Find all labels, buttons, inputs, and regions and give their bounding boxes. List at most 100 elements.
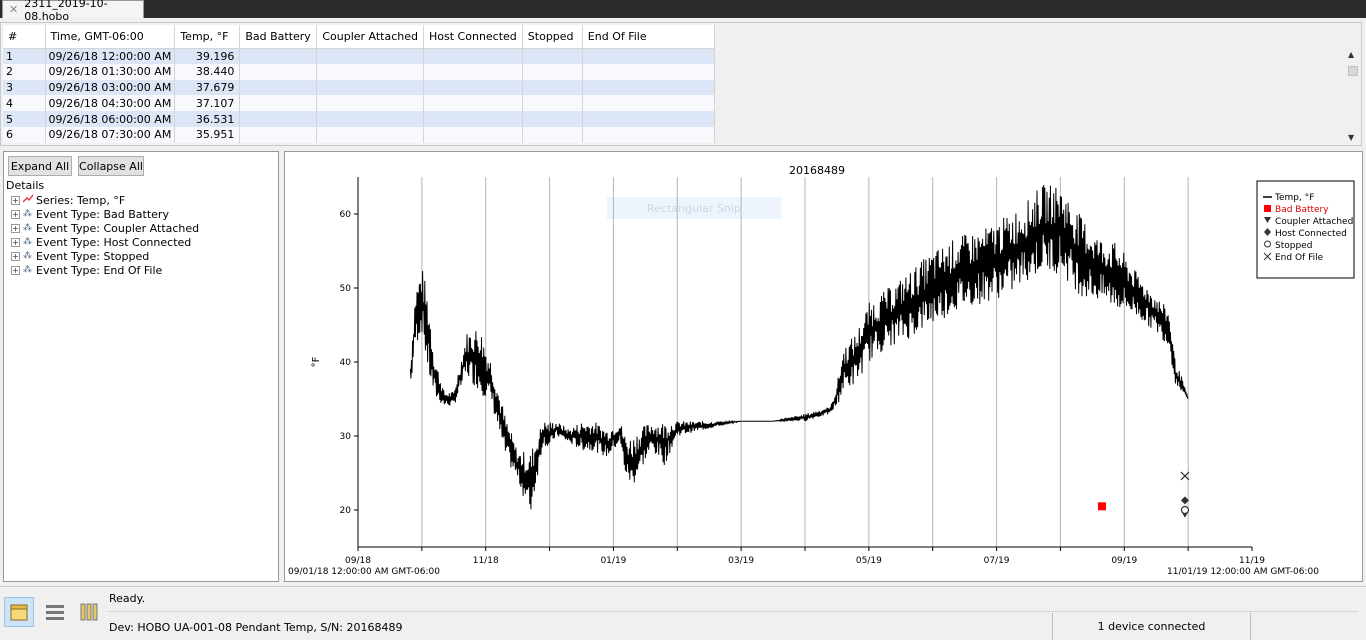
event-dots-icon: ⁂ (23, 209, 32, 219)
col-header-temp[interactable]: Temp, °F (174, 25, 241, 49)
event-marker-bad-battery (1097, 502, 1106, 511)
close-tab-icon[interactable]: ✕ (9, 3, 18, 16)
x-tick-label: 05/19 (856, 556, 882, 566)
event-dots-icon: ⁂ (23, 223, 32, 233)
row-empty-cell (582, 111, 715, 127)
expand-node-icon[interactable]: + (11, 209, 20, 219)
row-temp: 37.679 (174, 79, 241, 96)
row-index: 3 (3, 79, 46, 96)
tree-item-label: Event Type: End Of File (36, 263, 163, 277)
event-dots-icon: ⁂ (23, 265, 32, 275)
chart-grid (421, 177, 1189, 547)
tab-bar: ✕ 2311_2019-10-08.hobo (0, 0, 1366, 23)
col-header-bad-battery[interactable]: Bad Battery (239, 25, 318, 49)
table-row[interactable]: 3 09/26/18 03:00:00 AM 37.679 (3, 79, 715, 96)
expand-node-icon[interactable]: + (11, 251, 20, 261)
row-temp: 35.951 (174, 126, 241, 143)
y-tick-label: 20 (340, 506, 352, 516)
x-tick-label: 01/19 (600, 556, 626, 566)
row-time: 09/26/18 06:00:00 AM (45, 111, 176, 127)
row-empty-cell (522, 63, 583, 80)
legend-label: Host Connected (1275, 229, 1347, 239)
tree-item[interactable]: + ⁂ Event Type: End Of File (11, 263, 162, 277)
expand-node-icon[interactable]: + (11, 223, 20, 233)
row-empty-cell (423, 48, 523, 64)
row-empty-cell (316, 126, 425, 143)
details-panel: Expand All Collapse All Details + Series:… (3, 151, 279, 582)
col-header-stopped[interactable]: Stopped (522, 25, 583, 49)
row-empty-cell (582, 126, 715, 143)
row-empty-cell (316, 48, 425, 64)
row-index: 5 (3, 111, 46, 127)
collapse-all-button[interactable]: Collapse All (78, 156, 144, 176)
legend-label: Stopped (1275, 241, 1312, 251)
row-empty-cell (582, 63, 715, 80)
tree-item-label: Event Type: Coupler Attached (36, 221, 200, 235)
row-time: 09/26/18 04:30:00 AM (45, 95, 176, 112)
col-header-time[interactable]: Time, GMT-06:00 (45, 25, 176, 49)
tree-item-label: Event Type: Stopped (36, 249, 150, 263)
scroll-thumb[interactable] (1348, 66, 1358, 76)
table-row[interactable]: 5 09/26/18 06:00:00 AM 36.531 (3, 111, 715, 127)
col-header-index[interactable]: # (3, 25, 46, 49)
row-empty-cell (239, 126, 318, 143)
event-dots-icon: ⁂ (23, 251, 32, 261)
x-end-label: 11/01/19 12:00:00 AM GMT-06:00 (1167, 567, 1319, 577)
x-tick-label: 11/18 (473, 556, 499, 566)
tree-item-label: Series: Temp, °F (36, 193, 126, 207)
row-empty-cell (423, 126, 523, 143)
row-empty-cell (522, 48, 583, 64)
row-temp: 38.440 (174, 63, 241, 80)
table-row[interactable]: 1 09/26/18 12:00:00 AM 39.196 (3, 48, 715, 64)
table-row[interactable]: 4 09/26/18 04:30:00 AM 37.107 (3, 95, 715, 112)
chart-view-icon[interactable] (4, 597, 34, 627)
row-empty-cell (582, 95, 715, 112)
table-body: 1 09/26/18 12:00:00 AM 39.196 2 09/26/18 01:… (3, 48, 715, 143)
y-axis-label: °F (311, 356, 322, 367)
series-line-icon (22, 194, 34, 207)
row-time: 09/26/18 03:00:00 AM (45, 79, 176, 96)
chart-title: 20168489 (789, 164, 845, 177)
scroll-up-icon[interactable]: ▲ (1348, 50, 1354, 59)
row-empty-cell (522, 126, 583, 143)
expand-node-icon[interactable]: + (11, 195, 20, 205)
columns-view-icon[interactable] (74, 597, 104, 627)
tree-item-label: Event Type: Bad Battery (36, 207, 169, 221)
tree-item[interactable]: + Series: Temp, °F (11, 193, 125, 207)
row-empty-cell (316, 111, 425, 127)
temperature-chart[interactable]: 20168489 Rectangular Snip °F 20 30 40 50 60 0… (285, 152, 1364, 583)
row-empty-cell (316, 79, 425, 96)
col-header-host-connected[interactable]: Host Connected (423, 25, 523, 49)
legend-label: End Of File (1275, 253, 1324, 263)
row-temp: 36.531 (174, 111, 241, 127)
table-row[interactable]: 2 09/26/18 01:30:00 AM 38.440 (3, 63, 715, 80)
tree-item[interactable]: + ⁂ Event Type: Host Connected (11, 235, 191, 249)
row-empty-cell (522, 111, 583, 127)
event-marker-stopped (1180, 505, 1190, 515)
tree-item[interactable]: + ⁂ Event Type: Bad Battery (11, 207, 169, 221)
tree-item[interactable]: + ⁂ Event Type: Coupler Attached (11, 221, 199, 235)
row-empty-cell (582, 48, 715, 64)
legend-marker-4 (1264, 240, 1271, 248)
file-tab[interactable]: ✕ 2311_2019-10-08.hobo (2, 0, 144, 23)
expand-all-button[interactable]: Expand All (8, 156, 72, 176)
row-time: 09/26/18 01:30:00 AM (45, 63, 176, 80)
expand-node-icon[interactable]: + (11, 237, 20, 247)
status-divider (108, 611, 1358, 612)
chart-pane: 20168489 Rectangular Snip °F 20 30 40 50 60 0… (284, 151, 1363, 582)
row-empty-cell (423, 95, 523, 112)
scroll-down-icon[interactable]: ▼ (1348, 133, 1354, 142)
table-scrollbar[interactable]: ▲ ▼ (1346, 50, 1360, 142)
col-header-end-of-file[interactable]: End Of File (582, 25, 715, 49)
col-header-coupler-attached[interactable]: Coupler Attached (316, 25, 425, 49)
table-row[interactable]: 6 09/26/18 07:30:00 AM 35.951 (3, 126, 715, 143)
table-view-icon[interactable] (40, 597, 70, 627)
event-dots-icon: ⁂ (23, 237, 32, 247)
row-empty-cell (423, 79, 523, 96)
row-index: 1 (3, 48, 46, 64)
row-empty-cell (239, 79, 318, 96)
tree-item[interactable]: + ⁂ Event Type: Stopped (11, 249, 149, 263)
expand-node-icon[interactable]: + (11, 265, 20, 275)
row-empty-cell (423, 63, 523, 80)
row-empty-cell (239, 48, 318, 64)
